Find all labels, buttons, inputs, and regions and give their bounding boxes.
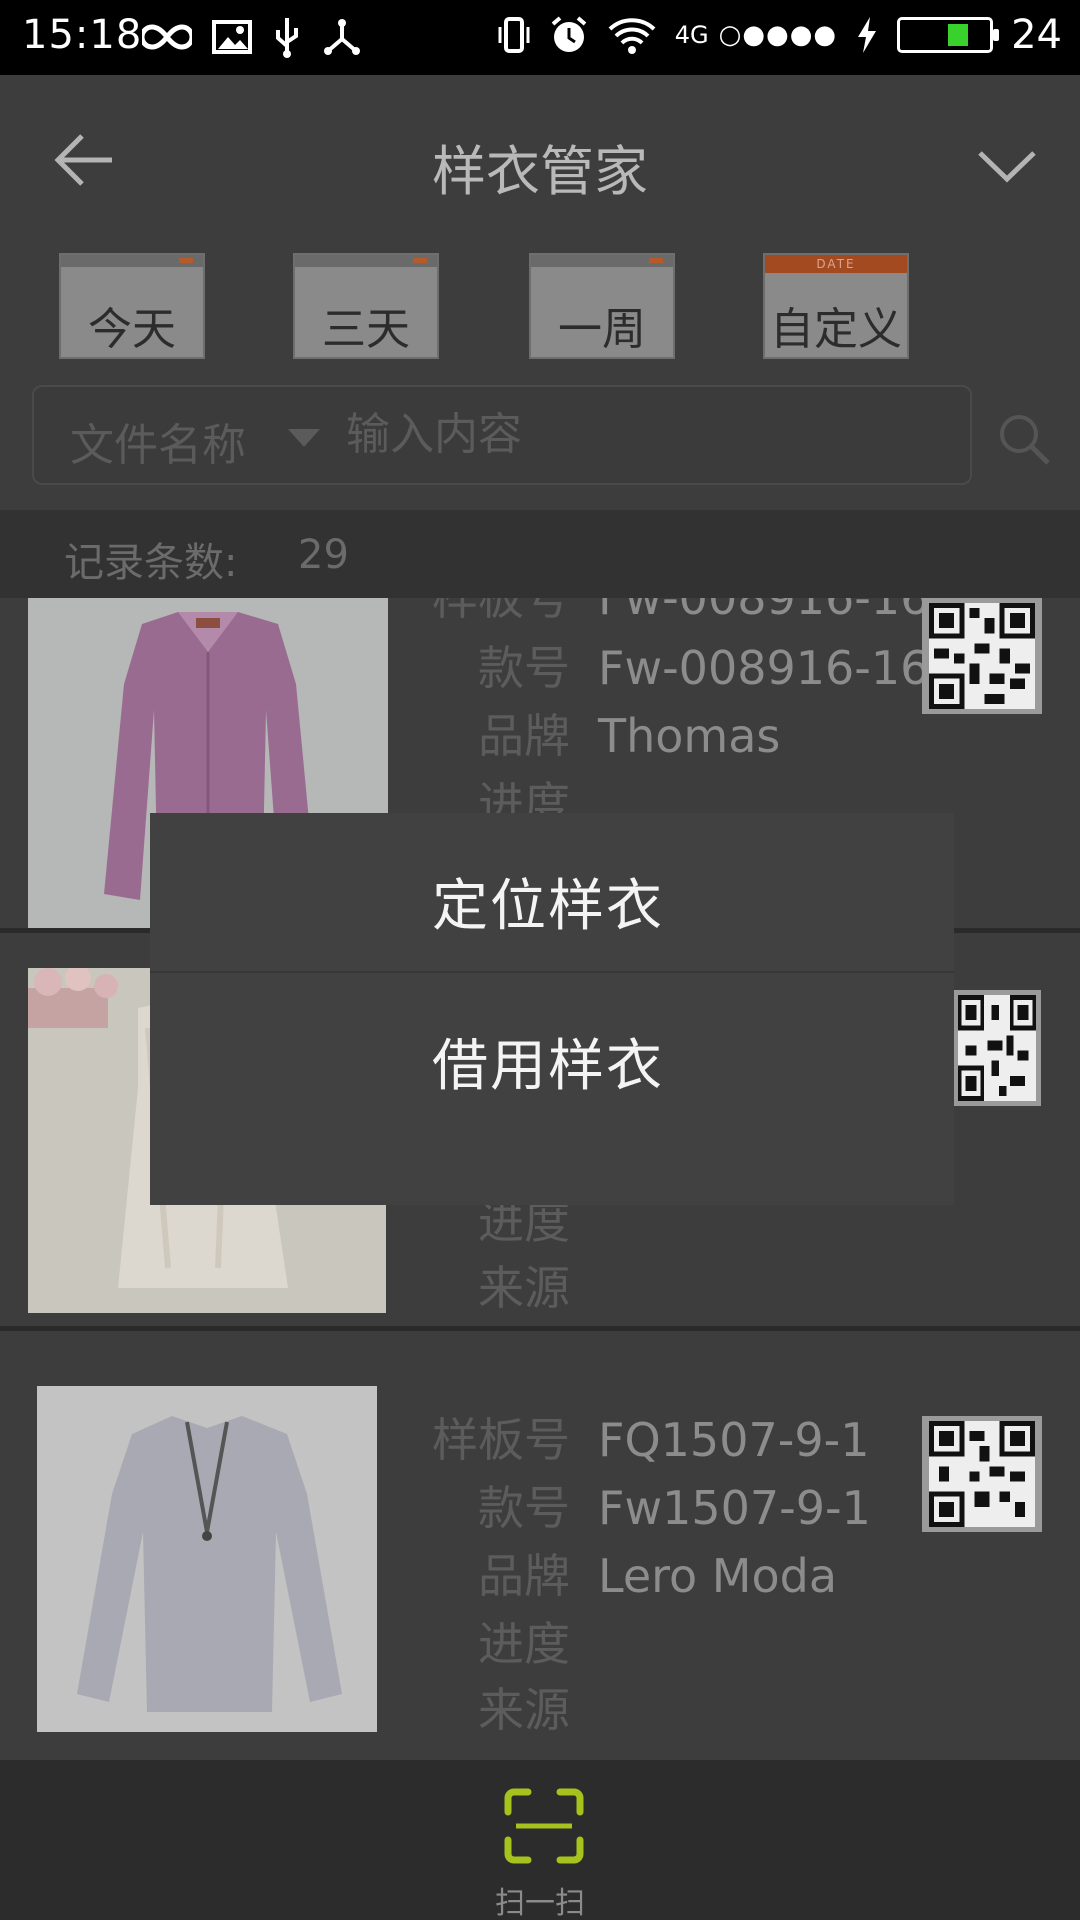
- borrow-sample-menu-item[interactable]: 借用样衣: [150, 973, 954, 1133]
- blouse-image: [37, 1386, 377, 1732]
- sample-number-row: 样板号 Fw-008916-16: [432, 598, 930, 625]
- battery-level: 24: [1011, 12, 1062, 58]
- brand-row: 品牌 Lero Moda: [478, 1549, 838, 1603]
- status-time: 15:18: [22, 12, 143, 58]
- record-count-bar: 记录条数: 29: [0, 510, 1080, 598]
- search-type-selector[interactable]: 文件名称: [70, 409, 246, 473]
- vibrate-icon: [498, 17, 530, 53]
- qr-code-icon[interactable]: [922, 598, 1042, 714]
- list-item[interactable]: 样板号 FQ1507-9-1 款号 Fw1507-9-1 品牌 Lero Moda 进…: [0, 1374, 1080, 1760]
- record-count-value: 29: [298, 532, 349, 578]
- filter-three-days-button[interactable]: 三天: [293, 253, 439, 359]
- source-row: 来源: [478, 1683, 570, 1737]
- brand-row: 品牌 Thomas: [478, 709, 781, 763]
- filter-today-button[interactable]: 今天: [59, 253, 205, 359]
- charging-icon: [858, 17, 877, 53]
- infinity-icon: [142, 24, 192, 50]
- network-type: 4G: [674, 21, 709, 49]
- usb-icon: [276, 18, 298, 58]
- context-menu: 定位样衣 借用样衣: [150, 813, 954, 1205]
- alarm-icon: [551, 16, 587, 52]
- signal-icon: ○●●●●: [718, 20, 838, 50]
- style-number-row: 款号 Fw-008916-16: [478, 641, 930, 695]
- date-filter-bar: 今天 三天 一周 DATE 自定义: [0, 253, 1080, 365]
- search-input[interactable]: [346, 409, 906, 460]
- locate-sample-menu-item[interactable]: 定位样衣: [150, 813, 954, 973]
- page-title: 样衣管家: [432, 140, 648, 203]
- record-count-label: 记录条数:: [64, 540, 238, 586]
- wifi-icon: [608, 18, 656, 54]
- qr-code-icon[interactable]: [953, 990, 1041, 1106]
- scan-label: 扫一扫: [495, 1886, 585, 1920]
- app-screen: 样衣管家 今天 三天 一周 DATE 自定义 文件名称 记录条数: 29: [0, 75, 1080, 1920]
- filter-custom-button[interactable]: DATE 自定义: [763, 253, 909, 359]
- filter-week-button[interactable]: 一周: [529, 253, 675, 359]
- progress-row: 进度: [478, 1617, 570, 1671]
- date-tab: DATE: [765, 255, 907, 273]
- share-icon: [324, 19, 360, 55]
- sample-number-row: 样板号 FQ1507-9-1: [432, 1413, 870, 1467]
- qr-code-icon[interactable]: [922, 1416, 1042, 1532]
- search-box: 文件名称: [32, 385, 972, 485]
- status-bar: 15:18 4G ○●●●● 24: [0, 0, 1080, 75]
- title-bar: 样衣管家: [0, 75, 1080, 235]
- style-number-row: 款号 Fw1507-9-1: [478, 1481, 871, 1535]
- dropdown-triangle-icon[interactable]: [286, 427, 322, 449]
- garment-thumbnail: [37, 1386, 377, 1732]
- battery-icon: [897, 17, 1000, 53]
- bottom-bar: 扫一扫: [0, 1760, 1080, 1920]
- search-icon[interactable]: [996, 411, 1052, 467]
- scan-icon[interactable]: [504, 1788, 584, 1864]
- source-row: 来源: [478, 1261, 570, 1315]
- chevron-down-icon[interactable]: [976, 143, 1038, 187]
- image-icon: [212, 20, 252, 54]
